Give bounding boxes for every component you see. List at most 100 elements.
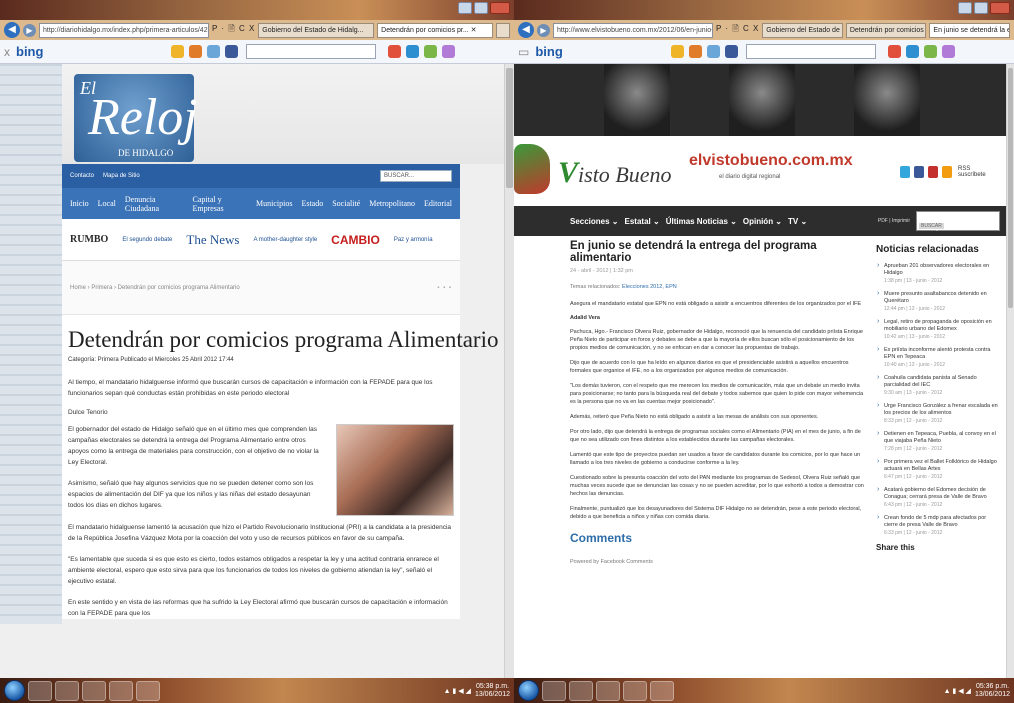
clock[interactable]: 05:36 p.m. 13/06/2012 <box>975 683 1010 699</box>
maximize-button[interactable] <box>474 2 488 14</box>
back-arrow-icon[interactable]: ◀ <box>4 22 20 38</box>
sports-icon[interactable] <box>424 45 438 58</box>
start-button[interactable] <box>4 680 25 701</box>
minimize-button[interactable] <box>958 2 972 14</box>
rss-icon[interactable] <box>942 166 952 178</box>
maps-icon[interactable] <box>207 45 221 58</box>
topics-links[interactable]: Elecciones 2012, EPN <box>622 284 677 290</box>
media-taskbar-icon[interactable] <box>596 680 620 701</box>
explorer-taskbar-icon[interactable] <box>55 680 79 701</box>
paint-taskbar-icon[interactable] <box>650 680 674 701</box>
ie-taskbar-icon[interactable] <box>28 680 52 701</box>
games-icon[interactable] <box>442 45 456 58</box>
contact-link[interactable]: Contacto <box>70 173 94 179</box>
tray-icons[interactable]: ▲ ▮ ◀ ◢ <box>944 687 971 695</box>
related-news-item[interactable]: Aprueban 201 observadores electorales en… <box>876 262 1000 284</box>
site-search-input[interactable]: Escribe tu búsqueda BUSCAR <box>916 211 1000 231</box>
tray-icons[interactable]: ▲ ▮ ◀ ◢ <box>444 687 471 695</box>
youtube-icon[interactable] <box>928 166 938 178</box>
games-icon[interactable] <box>941 45 955 58</box>
back-arrow-icon[interactable]: ◀ <box>518 22 534 38</box>
facebook-icon[interactable] <box>914 166 924 178</box>
rss-label[interactable]: RSS suscríbete <box>958 166 986 178</box>
breadcrumb-text[interactable]: Home › Primera › Detendrán por comicios … <box>70 285 240 291</box>
thenews-logo[interactable]: The News <box>186 232 239 248</box>
media-taskbar-icon[interactable] <box>82 680 106 701</box>
new-tab-button[interactable] <box>496 22 511 38</box>
scrollbar-thumb[interactable] <box>506 68 513 188</box>
vertical-scrollbar[interactable] <box>1006 64 1014 678</box>
bing-logo[interactable]: ▭ bing <box>518 44 563 59</box>
tab-detendran[interactable]: Detendrán por comicios p... <box>845 22 927 38</box>
ad-link-2[interactable]: A mother-daughter style <box>253 237 317 243</box>
related-news-item[interactable]: Coahuila candidata panista al Senado par… <box>876 374 1000 396</box>
news-icon[interactable] <box>887 45 901 58</box>
sitemap-link[interactable]: Mapa de Sitio <box>103 173 140 179</box>
tab-detendran[interactable]: Detendrán por comicios pr... ✕ <box>377 22 494 38</box>
close-button[interactable] <box>490 2 510 14</box>
music-icon[interactable] <box>688 45 702 58</box>
title-bar[interactable] <box>514 0 1014 20</box>
bing-logo[interactable]: x bing <box>4 44 43 59</box>
explorer-taskbar-icon[interactable] <box>569 680 593 701</box>
related-news-item[interactable]: Detienen en Tepeaca, Puebla, al convoy e… <box>876 430 1000 452</box>
mail-icon[interactable] <box>905 45 919 58</box>
share-icons[interactable]: ▪ ▪ ▪ <box>437 285 452 291</box>
site-search-input[interactable]: BUSCAR... <box>380 170 452 182</box>
twitter-icon[interactable] <box>900 166 910 178</box>
tab-en-junio[interactable]: En junio se detendrá la e... ✕ <box>929 22 1010 38</box>
clock[interactable]: 05:38 p.m. 13/06/2012 <box>475 683 510 699</box>
facebook-icon[interactable] <box>225 45 239 58</box>
forward-arrow-icon[interactable]: ▶ <box>537 23 550 37</box>
vertical-scrollbar[interactable] <box>504 64 514 678</box>
nav-inicio[interactable]: Inicio <box>70 199 89 208</box>
toolbar-search-input[interactable] <box>745 44 876 59</box>
news-icon[interactable] <box>388 45 402 58</box>
related-news-item[interactable]: Legal, retiro de propaganda de oposición… <box>876 318 1000 340</box>
nav-local[interactable]: Local <box>98 199 116 208</box>
address-tools[interactable]: P · 🗎 C X <box>212 23 255 37</box>
weather-icon[interactable] <box>670 45 684 58</box>
address-bar[interactable]: http://www.elvistobueno.com.mx/2012/06/e… <box>553 22 713 38</box>
el-visto-bueno-logo[interactable]: Visto Bueno <box>558 156 672 190</box>
nav-secciones[interactable]: Secciones ⌄ <box>570 217 619 226</box>
nav-capital[interactable]: Capital y Empresas <box>192 195 247 213</box>
pdf-print-link[interactable]: PDF | Imprimir <box>878 218 910 224</box>
title-bar[interactable] <box>0 0 514 20</box>
el-reloj-logo[interactable]: El Reloj DE HIDALGO <box>74 74 198 162</box>
nav-tv[interactable]: TV ⌄ <box>788 217 807 226</box>
nav-denuncia[interactable]: Denuncia Ciudadana <box>125 195 184 213</box>
related-news-item[interactable]: Ex priísta inconforme alentó protesta co… <box>876 346 1000 368</box>
powered-by-facebook[interactable]: Powered by Facebook Comments <box>570 559 866 565</box>
nav-estado[interactable]: Estado <box>301 199 323 208</box>
facebook-icon[interactable] <box>724 45 738 58</box>
tab-gobierno[interactable]: Gobierno del Estado de Hi... <box>762 22 843 38</box>
ad-link-1[interactable]: El segundo debate <box>122 237 172 243</box>
related-news-item[interactable]: Muere presunto asaltabancos detenido en … <box>876 290 1000 312</box>
minimize-button[interactable] <box>458 2 472 14</box>
nav-estatal[interactable]: Estatal ⌄ <box>625 217 660 226</box>
maximize-button[interactable] <box>974 2 988 14</box>
sports-icon[interactable] <box>923 45 937 58</box>
close-button[interactable] <box>990 2 1010 14</box>
related-news-item[interactable]: Acatará gobierno del Edomex decisión de … <box>876 486 1000 508</box>
nav-opinion[interactable]: Opinión ⌄ <box>743 217 782 226</box>
start-button[interactable] <box>518 680 539 701</box>
paint-taskbar-icon[interactable] <box>136 680 160 701</box>
music-icon[interactable] <box>189 45 203 58</box>
rumbo-logo[interactable]: RUMBO <box>70 234 108 245</box>
nav-municipios[interactable]: Municipios <box>256 199 292 208</box>
maps-icon[interactable] <box>706 45 720 58</box>
toolbar-close-icon[interactable]: ▭ <box>518 45 529 59</box>
tab-gobierno[interactable]: Gobierno del Estado de Hidalg... <box>258 22 375 38</box>
related-news-item[interactable]: Crean fondo de 5 mdp para afectados por … <box>876 514 1000 536</box>
nav-editorial[interactable]: Editorial <box>424 199 452 208</box>
search-button[interactable]: BUSCAR <box>919 223 944 229</box>
nav-metropolitano[interactable]: Metropolitano <box>369 199 415 208</box>
scrollbar-thumb[interactable] <box>1008 68 1013 308</box>
word-taskbar-icon[interactable] <box>109 680 133 701</box>
cambio-logo[interactable]: CAMBIO <box>331 233 380 247</box>
address-tools[interactable]: P · 🗎 C X <box>716 23 759 37</box>
related-news-item[interactable]: Urge Francisco González a frenar escalad… <box>876 402 1000 424</box>
toolbar-close-icon[interactable]: x <box>4 45 10 59</box>
